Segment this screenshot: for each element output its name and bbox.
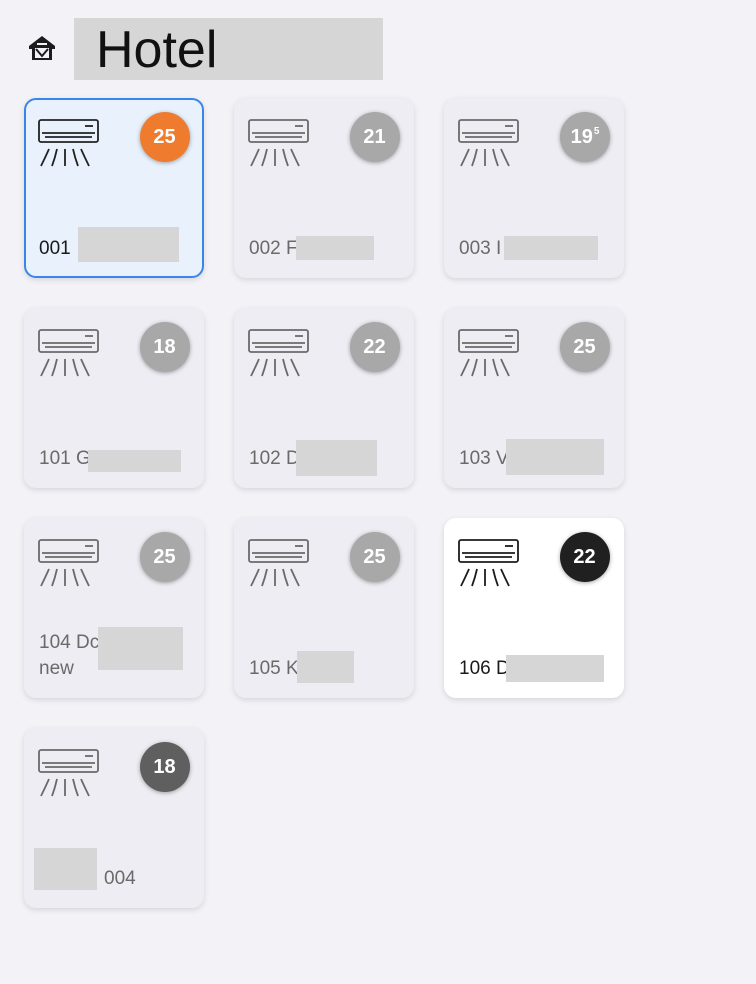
temperature-value: 19	[570, 125, 593, 148]
temperature-badge: 25	[140, 112, 190, 162]
temperature-badge: 19 5	[560, 112, 610, 162]
redaction-block	[296, 236, 374, 260]
home-icon[interactable]	[26, 32, 58, 64]
redaction-block	[506, 439, 604, 475]
temperature-value: 22	[573, 545, 596, 568]
temperature-badge: 18	[140, 742, 190, 792]
page-title: Hotel	[96, 21, 218, 79]
temperature-value: 22	[363, 335, 386, 358]
temperature-badge: 18	[140, 322, 190, 372]
room-tile[interactable]: 25 001	[24, 98, 204, 278]
room-tile[interactable]: 25 105 K	[234, 518, 414, 698]
room-name: 004	[104, 868, 136, 889]
redaction-block	[98, 627, 183, 670]
temperature-badge: 21	[350, 112, 400, 162]
temperature-value: 25	[573, 335, 596, 358]
air-conditioner-icon	[248, 119, 309, 167]
air-conditioner-icon	[458, 119, 519, 167]
air-conditioner-icon	[458, 329, 519, 377]
temperature-value: 21	[363, 125, 386, 148]
room-tile[interactable]: 25 103 V	[444, 308, 624, 488]
room-tile[interactable]: 22 102 D	[234, 308, 414, 488]
temperature-value: 18	[153, 755, 176, 778]
temperature-value: 25	[363, 545, 386, 568]
air-conditioner-icon	[248, 539, 309, 587]
temperature-badge: 22	[560, 532, 610, 582]
title-redaction: Hotel	[74, 18, 383, 80]
air-conditioner-icon	[38, 119, 99, 167]
redaction-block	[88, 450, 181, 472]
redaction-block	[34, 848, 97, 890]
temperature-value: 25	[153, 545, 176, 568]
redaction-block	[296, 440, 377, 476]
air-conditioner-icon	[38, 539, 99, 587]
redaction-block	[297, 651, 354, 683]
temperature-fraction: 5	[593, 125, 600, 137]
temperature-badge: 25	[560, 322, 610, 372]
room-tile[interactable]: 25 104 Dc new	[24, 518, 204, 698]
temperature-badge: 25	[350, 532, 400, 582]
room-tile[interactable]: 18 004	[24, 728, 204, 908]
air-conditioner-icon	[248, 329, 309, 377]
room-tile[interactable]: 21 002 F	[234, 98, 414, 278]
temperature-badge: 25	[140, 532, 190, 582]
redaction-block	[504, 236, 598, 260]
temperature-value: 25	[153, 125, 176, 148]
redaction-block	[506, 655, 604, 682]
temperature-value: 18	[153, 335, 176, 358]
air-conditioner-icon	[458, 539, 519, 587]
room-tile[interactable]: 19 5 003 I	[444, 98, 624, 278]
temperature-badge: 22	[350, 322, 400, 372]
header: Hotel	[0, 0, 756, 90]
air-conditioner-icon	[38, 329, 99, 377]
room-tile[interactable]: 22 106 D	[444, 518, 624, 698]
redaction-block	[78, 227, 179, 262]
air-conditioner-icon	[38, 749, 99, 797]
room-tile[interactable]: 18 101 G	[24, 308, 204, 488]
